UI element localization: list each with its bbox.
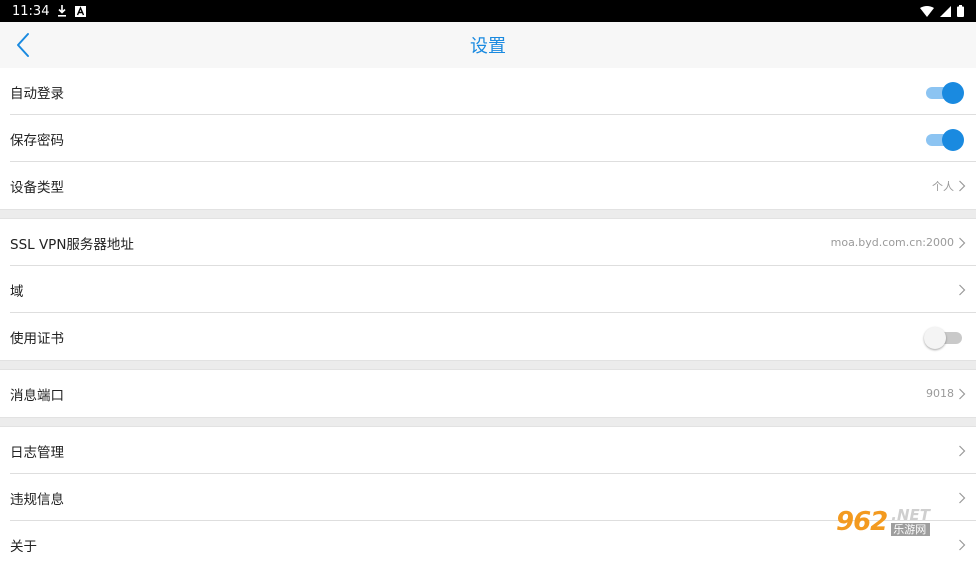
chevron-right-icon — [959, 284, 966, 295]
use-certificate-label: 使用证书 — [10, 330, 64, 347]
page-title: 设置 — [470, 36, 506, 57]
ssl-vpn-server-row[interactable]: SSL VPN服务器地址 moa.byd.com.cn:2000 — [0, 219, 976, 266]
save-password-toggle[interactable] — [924, 127, 966, 151]
save-password-row[interactable]: 保存密码 — [0, 115, 976, 162]
log-management-row[interactable]: 日志管理 — [0, 427, 976, 474]
download-icon — [58, 5, 67, 17]
auto-login-toggle[interactable] — [924, 80, 966, 104]
watermark-number: 962 — [836, 507, 888, 537]
settings-group-port: 消息端口 9018 — [0, 370, 976, 417]
about-label: 关于 — [10, 538, 37, 555]
violation-info-row[interactable]: 违规信息 — [0, 474, 976, 521]
save-password-label: 保存密码 — [10, 132, 64, 149]
settings-group-login: 自动登录 保存密码 设备类型 个人 — [0, 68, 976, 209]
header-bar: 设置 — [0, 22, 976, 68]
auto-login-row[interactable]: 自动登录 — [0, 68, 976, 115]
domain-row[interactable]: 域 — [0, 266, 976, 313]
settings-group-server: SSL VPN服务器地址 moa.byd.com.cn:2000 域 使用证书 — [0, 219, 976, 360]
message-port-label: 消息端口 — [10, 387, 64, 404]
notification-a-icon — [75, 5, 87, 17]
device-type-row[interactable]: 设备类型 个人 — [0, 162, 976, 209]
chevron-right-icon — [959, 388, 966, 399]
back-arrow-icon[interactable] — [12, 31, 38, 59]
watermark-suffix: .NET — [891, 506, 931, 524]
chevron-right-icon — [959, 180, 966, 191]
chevron-right-icon — [959, 237, 966, 248]
section-separator — [0, 209, 976, 219]
status-time: 11:34 — [12, 3, 50, 19]
about-row[interactable]: 关于 — [0, 521, 976, 568]
wifi-icon — [920, 5, 934, 17]
ssl-vpn-server-label: SSL VPN服务器地址 — [10, 236, 134, 253]
message-port-value: 9018 — [926, 387, 954, 400]
watermark-site: 乐游网 — [891, 523, 931, 536]
device-type-label: 设备类型 — [10, 179, 64, 196]
settings-group-misc: 日志管理 违规信息 关于 — [0, 427, 976, 568]
message-port-row[interactable]: 消息端口 9018 — [0, 370, 976, 417]
device-type-value: 个人 — [932, 179, 954, 193]
log-management-label: 日志管理 — [10, 444, 64, 461]
battery-icon — [957, 5, 964, 17]
domain-label: 域 — [10, 283, 24, 300]
site-watermark: 962 .NET 乐游网 — [836, 501, 970, 543]
violation-info-label: 违规信息 — [10, 491, 64, 508]
section-separator — [0, 417, 976, 427]
chevron-right-icon — [959, 445, 966, 456]
section-separator — [0, 360, 976, 370]
ssl-vpn-server-value: moa.byd.com.cn:2000 — [830, 236, 954, 249]
status-bar: 11:34 — [0, 0, 976, 22]
auto-login-label: 自动登录 — [10, 85, 64, 102]
signal-icon — [940, 5, 951, 17]
use-certificate-toggle[interactable] — [924, 325, 966, 349]
use-certificate-row[interactable]: 使用证书 — [0, 313, 976, 360]
